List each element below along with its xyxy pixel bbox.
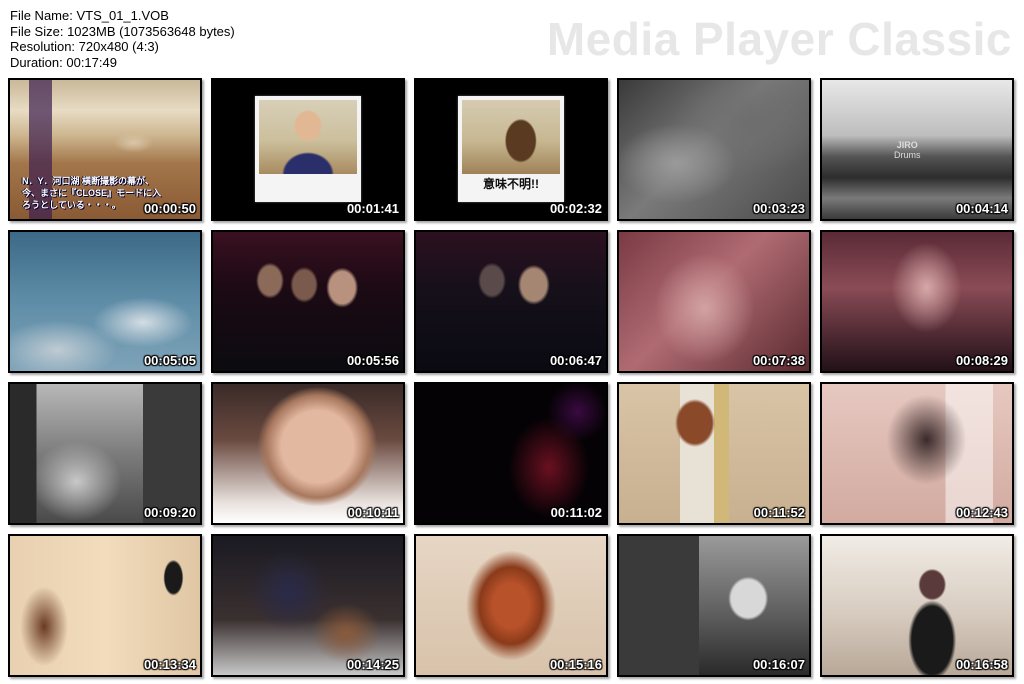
timestamp: 00:09:20	[143, 505, 196, 520]
thumbnail[interactable]: 意味不明!! 00:02:32	[414, 78, 608, 221]
timestamp: 00:14:25	[346, 657, 399, 672]
timestamp: 00:16:07	[752, 657, 805, 672]
frame-image	[619, 536, 809, 675]
thumbnail[interactable]: 00:14:25	[211, 534, 405, 677]
frame-image	[822, 536, 1012, 675]
timestamp: 00:07:38	[752, 353, 805, 368]
timestamp: 00:06:47	[549, 353, 602, 368]
thumbnail[interactable]: 00:12:43	[820, 382, 1014, 525]
timestamp: 00:05:56	[346, 353, 399, 368]
thumbnail-grid: N．Y．河口湖 横断撮影の幕が、今、まさに『CLOSE』モードに入ろうとしている…	[8, 78, 1014, 677]
thumbnail[interactable]: 00:11:02	[414, 382, 608, 525]
frame-image	[619, 232, 809, 371]
thumbnail[interactable]: 00:05:56	[211, 230, 405, 373]
subtitle-text: N．Y．河口湖 横断撮影の幕が、今、まさに『CLOSE』モードに入ろうとしている…	[22, 176, 162, 210]
thumbnail[interactable]: 00:16:58	[820, 534, 1014, 677]
overlay-subtitle: Drums	[894, 150, 921, 160]
timestamp: 00:12:43	[955, 505, 1008, 520]
frame-image	[213, 536, 403, 675]
overlay-text: JIRO Drums	[894, 140, 921, 160]
thumbnail[interactable]: 00:03:23	[617, 78, 811, 221]
frame-image	[213, 384, 403, 523]
frame-image	[822, 384, 1012, 523]
timestamp: 00:15:16	[549, 657, 602, 672]
timestamp: 00:11:02	[550, 505, 602, 520]
timestamp: 00:04:14	[955, 201, 1008, 216]
thumbnail[interactable]: 00:08:29	[820, 230, 1014, 373]
thumbnail[interactable]: JIRO Drums 00:04:14	[820, 78, 1014, 221]
thumbnail[interactable]: 00:16:07	[617, 534, 811, 677]
overlay-title: JIRO	[896, 140, 918, 150]
frame-image	[416, 384, 606, 523]
timestamp: 00:02:32	[549, 201, 602, 216]
frame-image	[213, 232, 403, 371]
frame-image	[416, 536, 606, 675]
timestamp: 00:11:52	[753, 505, 805, 520]
timestamp: 00:00:50	[143, 201, 196, 216]
file-info: File Name: VTS_01_1.VOB File Size: 1023M…	[10, 8, 235, 70]
file-size-label: File Size: 1023MB (1073563648 bytes)	[10, 23, 235, 39]
frame-image	[10, 536, 200, 675]
thumbnail[interactable]: 00:11:52	[617, 382, 811, 525]
thumbnail[interactable]: 00:07:38	[617, 230, 811, 373]
photo-frame: 意味不明!!	[458, 96, 564, 202]
thumbnail[interactable]: 00:15:16	[414, 534, 608, 677]
thumbnail[interactable]: 00:05:05	[8, 230, 202, 373]
timestamp: 00:16:58	[955, 657, 1008, 672]
frame-image	[619, 384, 809, 523]
timestamp: 00:05:05	[143, 353, 196, 368]
timestamp: 00:10:11	[347, 505, 399, 520]
timestamp: 00:01:41	[346, 201, 399, 216]
frame-image	[822, 232, 1012, 371]
thumbnail[interactable]: 00:13:34	[8, 534, 202, 677]
file-name-label: File Name: VTS_01_1.VOB	[10, 8, 169, 23]
frame-image	[259, 100, 357, 174]
duration-label: Duration: 00:17:49	[10, 54, 117, 70]
photo-frame	[255, 96, 361, 202]
caption-text: 意味不明!!	[483, 177, 539, 191]
frame-image	[10, 384, 200, 523]
thumbnail[interactable]: 00:06:47	[414, 230, 608, 373]
timestamp: 00:08:29	[955, 353, 1008, 368]
frame-image	[416, 232, 606, 371]
timestamp: 00:03:23	[752, 201, 805, 216]
frame-image	[10, 232, 200, 371]
thumbnail[interactable]: 00:09:20	[8, 382, 202, 525]
frame-image	[462, 100, 560, 174]
resolution-label: Resolution: 720x480 (4:3)	[10, 39, 159, 54]
thumbnail[interactable]: N．Y．河口湖 横断撮影の幕が、今、まさに『CLOSE』モードに入ろうとしている…	[8, 78, 202, 221]
thumbnail[interactable]: 00:01:41	[211, 78, 405, 221]
thumbnail[interactable]: 00:10:11	[211, 382, 405, 525]
frame-image	[619, 80, 809, 219]
watermark-title: Media Player Classic	[546, 13, 1012, 65]
timestamp: 00:13:34	[143, 657, 196, 672]
